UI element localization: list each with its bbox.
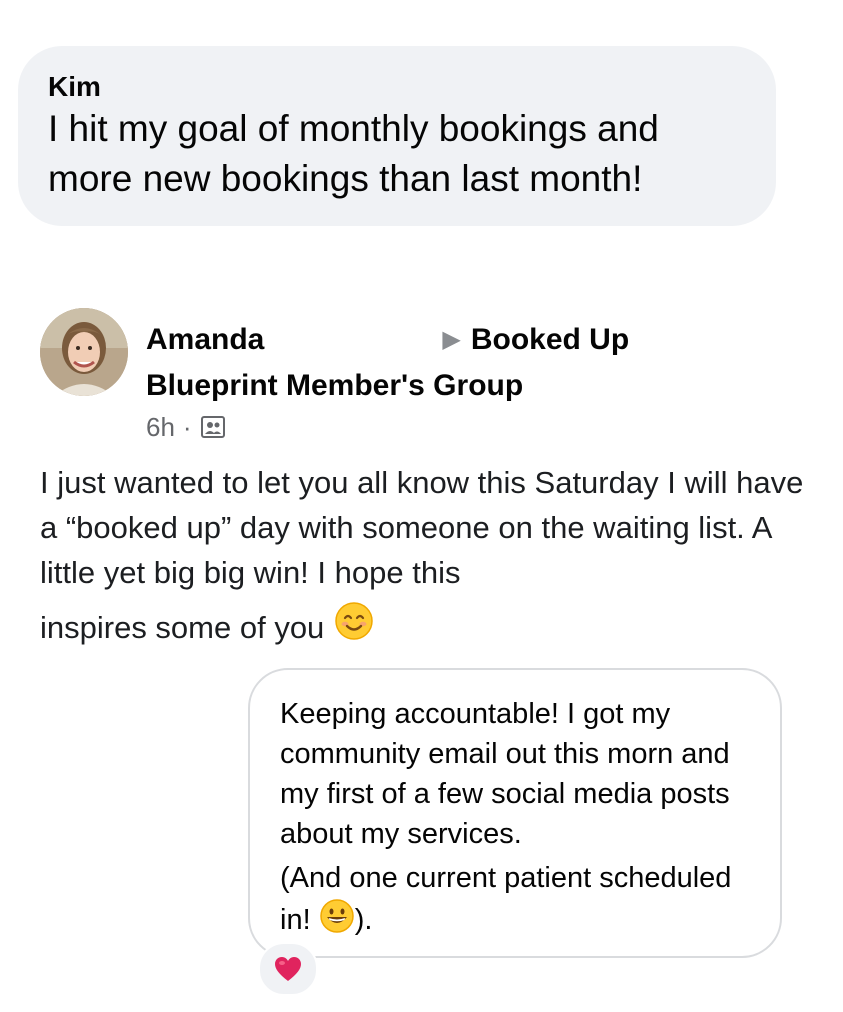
heart-reaction-badge[interactable] [258, 942, 318, 996]
avatar[interactable] [40, 308, 128, 396]
post-body: I just wanted to let you all know this S… [40, 460, 810, 653]
reply-text: Keeping accountable! I got my community … [280, 694, 750, 945]
post-body-text: I just wanted to let you all know this S… [40, 465, 804, 590]
post-timestamp[interactable]: 6h [146, 410, 175, 444]
group-name-continued[interactable]: Blueprint Member's Group [146, 364, 786, 408]
smiling-face-emoji-icon [334, 601, 374, 653]
post-meta: 6h · [146, 410, 786, 444]
post-header-line-1: Amanda ▶ Booked Up [146, 318, 786, 364]
grinning-face-emoji-icon [319, 898, 355, 945]
post-author-name[interactable]: Amanda [146, 323, 264, 356]
post-body-last-line: inspires some of you [40, 601, 810, 653]
triangle-right-icon: ▶ [442, 326, 461, 353]
post-body-text-end: inspires some of you [40, 609, 325, 645]
post-header: Amanda ▶ Booked Up Blueprint Member's Grou… [146, 318, 786, 444]
comment-bubble: Kim I hit my goal of monthly bookings an… [18, 46, 776, 226]
avatar-photo [40, 308, 128, 396]
comment-text: I hit my goal of monthly bookings and mo… [48, 108, 659, 199]
reply-paragraph-2: (And one current patient scheduled in! )… [280, 858, 750, 945]
comment-author-name[interactable]: Kim [48, 70, 746, 104]
heart-icon [275, 957, 301, 981]
group-icon [200, 414, 226, 440]
group-name[interactable]: Booked Up [471, 323, 629, 356]
reply-message-bubble[interactable]: Keeping accountable! I got my community … [248, 668, 782, 958]
meta-separator: · [182, 412, 192, 442]
reply-paragraph-1: Keeping accountable! I got my community … [280, 698, 730, 850]
reply-paragraph-2-end: ). [354, 904, 373, 937]
